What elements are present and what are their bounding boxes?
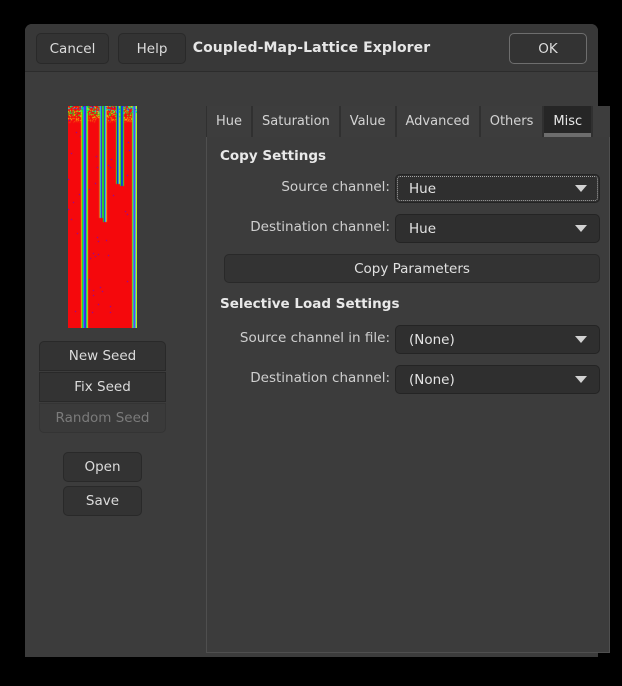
fix-seed-button[interactable]: Fix Seed <box>39 372 166 402</box>
coupled-map-lattice-preview <box>68 106 137 328</box>
dialog-window: Cancel Help Coupled-Map-Lattice Explorer… <box>25 24 598 657</box>
source-channel-in-file-value: (None) <box>409 332 455 348</box>
new-seed-button[interactable]: New Seed <box>39 341 166 371</box>
tab-value[interactable]: Value <box>340 106 396 137</box>
sidebar: New Seed Fix Seed Random Seed Open Save <box>25 73 180 657</box>
source-channel-value: Hue <box>409 181 436 197</box>
tab-advanced[interactable]: Advanced <box>396 106 480 137</box>
save-button[interactable]: Save <box>63 486 142 516</box>
chevron-down-icon <box>575 225 587 232</box>
tab-misc[interactable]: Misc <box>543 106 592 137</box>
selective-load-settings-heading: Selective Load Settings <box>220 296 399 312</box>
destination-channel-select[interactable]: Hue <box>395 214 600 243</box>
cancel-button[interactable]: Cancel <box>36 33 109 64</box>
tab-bar-filler <box>592 106 610 137</box>
preview-canvas <box>68 106 137 328</box>
source-channel-label: Source channel: <box>190 179 390 195</box>
chevron-down-icon <box>575 376 587 383</box>
copy-parameters-button[interactable]: Copy Parameters <box>224 254 600 283</box>
dialog-header: Cancel Help Coupled-Map-Lattice Explorer… <box>25 24 598 72</box>
tab-saturation[interactable]: Saturation <box>252 106 340 137</box>
open-button[interactable]: Open <box>63 452 142 482</box>
source-channel-in-file-label: Source channel in file: <box>190 330 390 346</box>
destination-channel-value: Hue <box>409 221 436 237</box>
content-area: Hue Saturation Value Advanced Others Mis… <box>180 73 598 657</box>
copy-settings-heading: Copy Settings <box>220 148 326 164</box>
tab-hue[interactable]: Hue <box>206 106 252 137</box>
tab-bar: Hue Saturation Value Advanced Others Mis… <box>206 106 610 137</box>
load-destination-channel-value: (None) <box>409 372 455 388</box>
source-channel-select[interactable]: Hue <box>395 174 600 203</box>
help-button[interactable]: Help <box>118 33 186 64</box>
load-destination-channel-label: Destination channel: <box>190 370 390 386</box>
random-seed-button: Random Seed <box>39 403 166 433</box>
dialog-body: New Seed Fix Seed Random Seed Open Save … <box>25 73 598 657</box>
misc-tab-panel: Copy Settings Source channel: Hue Destin… <box>206 137 610 653</box>
ok-button[interactable]: OK <box>509 33 587 64</box>
source-channel-in-file-select[interactable]: (None) <box>395 325 600 354</box>
chevron-down-icon <box>575 185 587 192</box>
tab-others[interactable]: Others <box>480 106 544 137</box>
load-destination-channel-select[interactable]: (None) <box>395 365 600 394</box>
chevron-down-icon <box>575 336 587 343</box>
destination-channel-label: Destination channel: <box>190 219 390 235</box>
